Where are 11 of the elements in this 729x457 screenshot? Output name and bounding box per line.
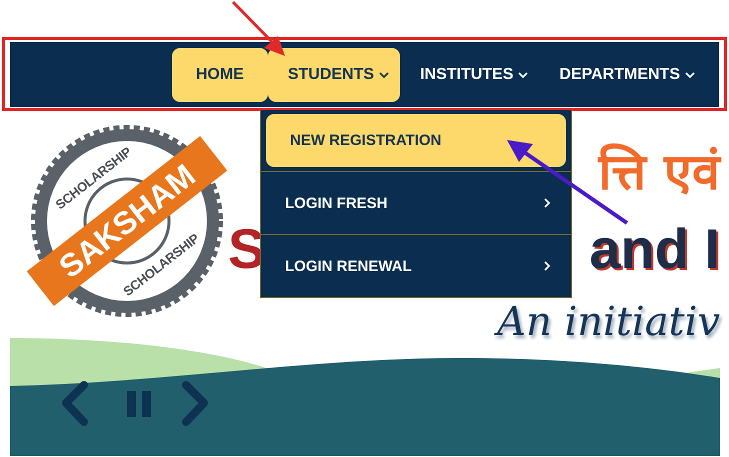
nav-menu-item[interactable]: INSTITUTES [400,48,540,102]
dropdown-item[interactable]: NEW REGISTRATION [266,114,566,167]
dropdown-item[interactable]: LOGIN FRESH [261,171,571,234]
dropdown-item[interactable]: LOGIN RENEWAL [261,234,571,297]
nav-menu-item[interactable]: STUDENTS [268,48,400,102]
banner-title: and I [589,216,720,281]
hindi-title: त्ति एवं [598,142,720,203]
previous-icon[interactable] [60,381,90,426]
nav-menu-item[interactable]: DEPARTMENTS [539,48,706,102]
next-icon[interactable] [180,381,210,426]
nav-menu-item[interactable]: HOME [172,48,268,102]
